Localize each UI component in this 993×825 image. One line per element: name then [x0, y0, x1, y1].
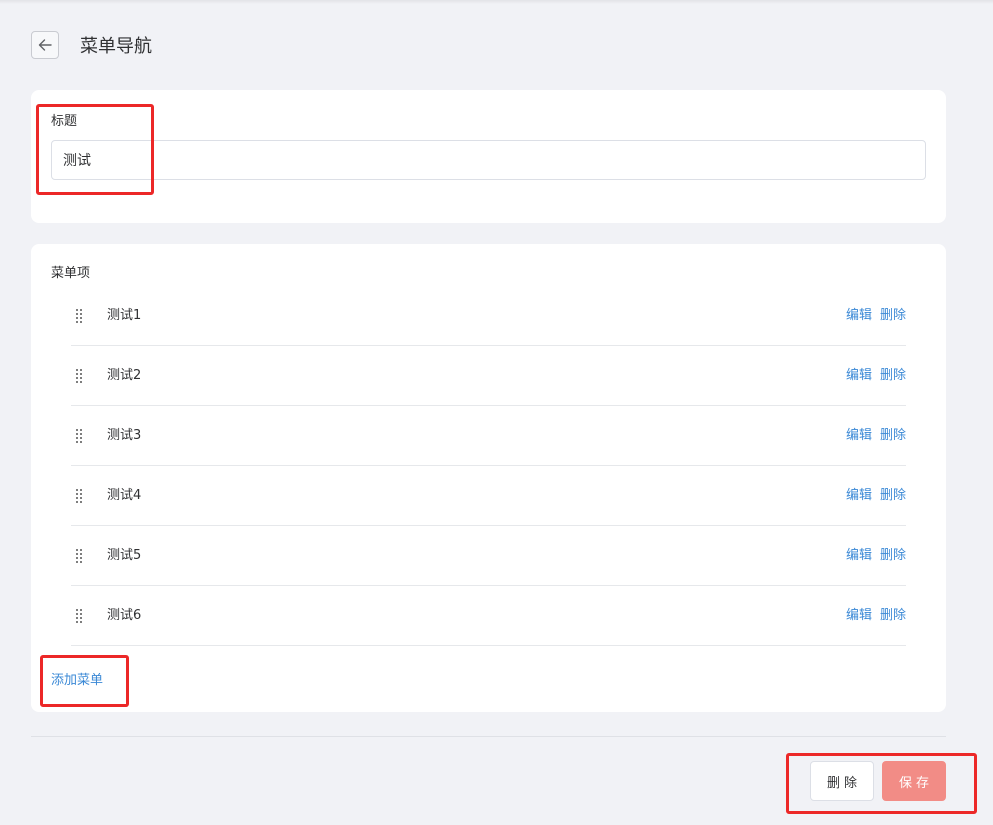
- menu-item-actions: 编辑 删除: [846, 487, 906, 505]
- menu-card: 菜单项 测试1 编辑 删除 测试2 编辑 删除 测试3 编辑 删除 测试4 编辑…: [31, 244, 946, 712]
- menu-item-actions: 编辑 删除: [846, 607, 906, 625]
- drag-handle-icon[interactable]: [76, 489, 82, 503]
- delete-button[interactable]: 删除: [810, 761, 874, 801]
- menu-item-label: 测试6: [107, 608, 142, 623]
- menu-item-label: 测试2: [107, 368, 142, 383]
- menu-item-label: 测试5: [107, 548, 142, 563]
- page-title: 菜单导航: [80, 36, 152, 57]
- drag-handle-icon[interactable]: [76, 369, 82, 383]
- save-button[interactable]: 保存: [882, 761, 946, 801]
- drag-handle-icon[interactable]: [76, 309, 82, 323]
- delete-link[interactable]: 删除: [880, 427, 906, 445]
- top-shadow: [0, 0, 993, 4]
- arrow-left-icon: [38, 39, 52, 51]
- drag-handle-icon[interactable]: [76, 609, 82, 623]
- page-header: 菜单导航: [31, 30, 152, 60]
- menu-item-label: 测试4: [107, 488, 142, 503]
- add-menu-link[interactable]: 添加菜单: [51, 672, 103, 690]
- menu-item-label: 测试1: [107, 308, 142, 323]
- menu-item-actions: 编辑 删除: [846, 427, 906, 445]
- delete-link[interactable]: 删除: [880, 547, 906, 565]
- menu-item-1: 测试1 编辑 删除: [71, 286, 906, 346]
- menu-item-actions: 编辑 删除: [846, 307, 906, 325]
- drag-handle-icon[interactable]: [76, 549, 82, 563]
- menu-items-label: 菜单项: [51, 266, 91, 281]
- delete-link[interactable]: 删除: [880, 367, 906, 385]
- menu-item-5: 测试5 编辑 删除: [71, 526, 906, 586]
- menu-item-2: 测试2 编辑 删除: [71, 346, 906, 406]
- menu-item-6: 测试6 编辑 删除: [71, 586, 906, 646]
- edit-link[interactable]: 编辑: [846, 547, 872, 565]
- menu-item-actions: 编辑 删除: [846, 367, 906, 385]
- footer-divider: [31, 736, 946, 737]
- menu-item-label: 测试3: [107, 428, 142, 443]
- menu-item-4: 测试4 编辑 删除: [71, 466, 906, 526]
- edit-link[interactable]: 编辑: [846, 427, 872, 445]
- delete-link[interactable]: 删除: [880, 307, 906, 325]
- drag-handle-icon[interactable]: [76, 429, 82, 443]
- edit-link[interactable]: 编辑: [846, 367, 872, 385]
- menu-item-actions: 编辑 删除: [846, 547, 906, 565]
- title-label: 标题: [51, 114, 78, 129]
- delete-link[interactable]: 删除: [880, 607, 906, 625]
- edit-link[interactable]: 编辑: [846, 607, 872, 625]
- delete-link[interactable]: 删除: [880, 487, 906, 505]
- title-input[interactable]: [51, 140, 926, 180]
- back-button[interactable]: [31, 31, 59, 59]
- menu-item-3: 测试3 编辑 删除: [71, 406, 906, 466]
- title-card: 标题: [31, 90, 946, 223]
- edit-link[interactable]: 编辑: [846, 487, 872, 505]
- menu-list: 测试1 编辑 删除 测试2 编辑 删除 测试3 编辑 删除 测试4 编辑 删除 …: [71, 286, 906, 646]
- edit-link[interactable]: 编辑: [846, 307, 872, 325]
